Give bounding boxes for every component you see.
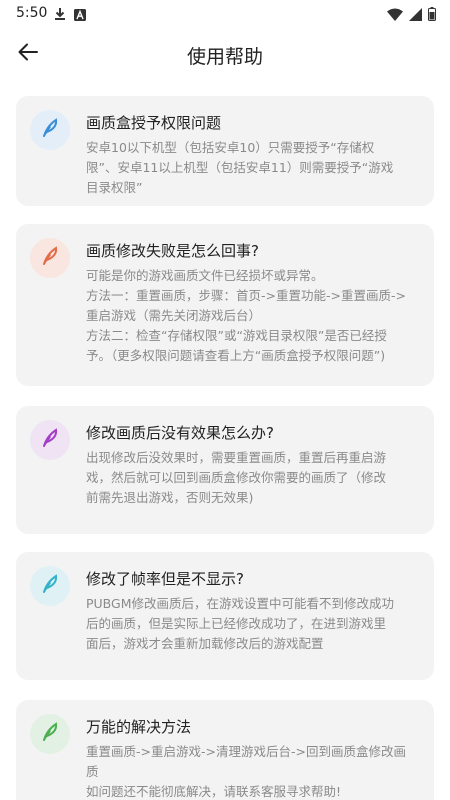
help-card-no-effect[interactable]: 修改画质后没有效果怎么办? 出现修改后没效果时，需要重置画质，重置后再重启游 戏… xyxy=(16,406,434,534)
a-badge-icon xyxy=(74,6,86,25)
card-icon-wrap xyxy=(30,110,70,150)
card-body-line: 予。（更多权限问题请查看上方“画质盒授予权限问题”) xyxy=(86,348,386,363)
help-card-modify-failed[interactable]: 画质修改失败是怎么回事? 可能是你的游戏画质文件已经损坏或异常。 方法一：重置画… xyxy=(16,224,434,386)
card-body-line: 重启游戏（需先关闭游戏后台） xyxy=(86,308,262,323)
feather-icon xyxy=(39,573,61,599)
card-body-line: 限”、安卓11以上机型（包括安卓11）则需要授予“游戏 xyxy=(86,160,394,175)
feather-icon xyxy=(39,245,61,271)
feather-icon xyxy=(39,117,61,143)
card-body: 可能是你的游戏画质文件已经损坏或异常。 方法一：重置画质，步骤：首页->重置功能… xyxy=(86,266,418,366)
card-body-line: 面后，游戏才会重新加载修改后的游戏配置 xyxy=(86,636,324,651)
card-title: 万能的解决方法 xyxy=(86,718,192,736)
status-bar: 5:50 xyxy=(0,0,450,26)
card-icon-wrap xyxy=(30,238,70,278)
card-body-line: 出现修改后没效果时，需要重置画质，重置后再重启游 xyxy=(86,450,387,465)
card-body-line: 安卓10以下机型（包括安卓10）只需要授予“存储权 xyxy=(86,140,375,155)
signal-icon xyxy=(409,6,422,25)
battery-icon xyxy=(428,6,436,25)
card-body: PUBGM修改画质后，在游戏设置中可能看不到修改成功 后的画质，但是实际上已经修… xyxy=(86,594,418,654)
card-title: 修改画质后没有效果怎么办? xyxy=(86,424,274,442)
status-time: 5:50 xyxy=(16,5,48,21)
card-title: 画质修改失败是怎么回事? xyxy=(86,242,259,260)
card-title: 画质盒授予权限问题 xyxy=(86,114,222,132)
card-body: 出现修改后没效果时，需要重置画质，重置后再重启游 戏，然后就可以回到画质盒修改你… xyxy=(86,448,418,508)
help-card-permission[interactable]: 画质盒授予权限问题 安卓10以下机型（包括安卓10）只需要授予“存储权 限”、安… xyxy=(16,96,434,206)
card-body-line: 质 xyxy=(86,764,99,779)
page-title: 使用帮助 xyxy=(186,46,263,68)
feather-icon xyxy=(39,721,61,747)
card-body-line: 目录权限” xyxy=(86,180,143,195)
card-icon-wrap xyxy=(30,714,70,754)
feather-icon xyxy=(39,427,61,453)
download-icon xyxy=(54,6,66,25)
card-body-line: 方法二：检查“存储权限”或“游戏目录权限”是否已经授 xyxy=(86,328,387,343)
card-body-line: 前需先退出游戏，否则无效果) xyxy=(86,490,254,505)
card-icon-wrap xyxy=(30,420,70,460)
help-card-framerate[interactable]: 修改了帧率但是不显示? PUBGM修改画质后，在游戏设置中可能看不到修改成功 后… xyxy=(16,552,434,680)
card-body-line: 戏，然后就可以回到画质盒修改你需要的画质了（修改 xyxy=(86,470,387,485)
card-icon-wrap xyxy=(30,566,70,606)
card-body-line: 后的画质，但是实际上已经修改成功了，在进到游戏里 xyxy=(86,616,387,631)
card-body-line: 如问题还不能彻底解决，请联系客服寻求帮助! xyxy=(86,784,342,799)
card-body-line: 重置画质->重启游戏->清理游戏后台->回到画质盒修改画 xyxy=(86,744,406,759)
app-bar: 使用帮助 xyxy=(0,26,450,84)
help-card-universal-fix[interactable]: 万能的解决方法 重置画质->重启游戏->清理游戏后台->回到画质盒修改画 质 如… xyxy=(16,700,434,800)
wifi-icon xyxy=(387,6,403,25)
card-body-line: PUBGM修改画质后，在游戏设置中可能看不到修改成功 xyxy=(86,596,395,611)
card-body-line: 可能是你的游戏画质文件已经损坏或异常。 xyxy=(86,268,324,283)
card-body: 安卓10以下机型（包括安卓10）只需要授予“存储权 限”、安卓11以上机型（包括… xyxy=(86,138,418,198)
card-body: 重置画质->重启游戏->清理游戏后台->回到画质盒修改画 质 如问题还不能彻底解… xyxy=(86,742,418,800)
card-title: 修改了帧率但是不显示? xyxy=(86,570,244,588)
card-body-line: 方法一：重置画质，步骤：首页->重置功能->重置画质-> xyxy=(86,288,406,303)
